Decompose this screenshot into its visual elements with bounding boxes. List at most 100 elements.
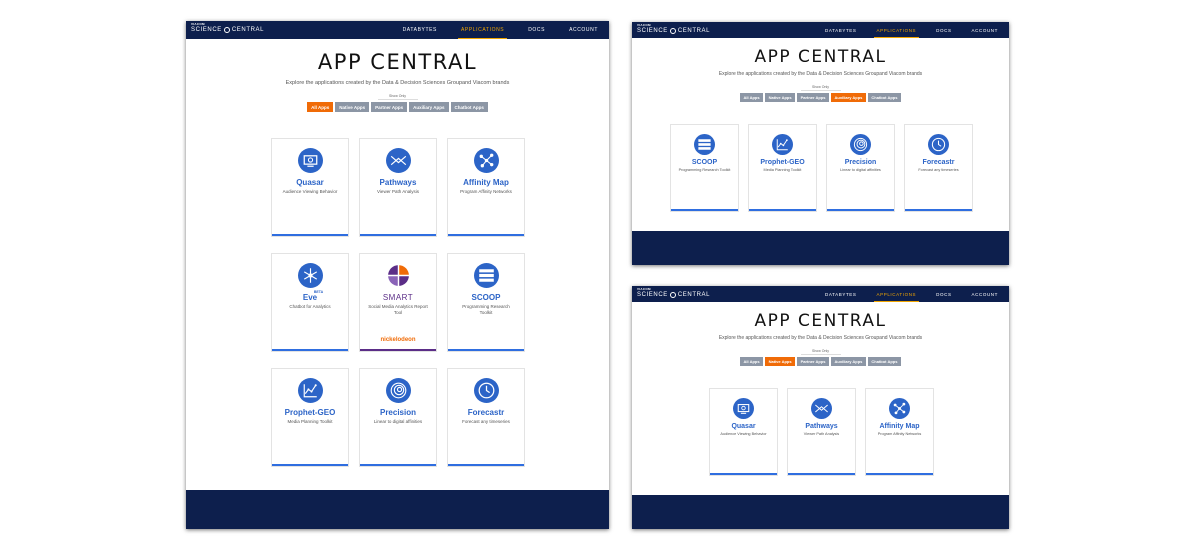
page-subtitle: Explore the applications created by the …	[718, 335, 923, 341]
nav-applications[interactable]: APPLICATIONS	[873, 286, 920, 302]
page-subtitle: Explore the applications created by the …	[285, 80, 510, 86]
divider	[377, 99, 418, 100]
app-card-affinity-map[interactable]: Affinity Map Program Affinity Networks	[865, 388, 934, 476]
brand-word-right: CENTRAL	[677, 28, 711, 34]
app-card-precision[interactable]: Precision Linear to digital affinities	[826, 124, 895, 212]
filter-native-apps[interactable]: Native Apps	[335, 102, 370, 112]
eve-title: Eve BETA	[303, 290, 323, 302]
app-name: Affinity Map	[879, 423, 920, 430]
app-desc: Media Planning Toolkit	[763, 168, 802, 172]
app-card-eve[interactable]: Eve BETA Chatbot for Analytics	[271, 253, 349, 352]
app-desc: Media Planning Toolkit	[287, 419, 333, 424]
brand-top-text: VIACOM	[191, 22, 205, 26]
app-card-pathways[interactable]: Pathways Viewer Path Analysis	[359, 138, 437, 237]
top-nav-bar: VIACOM SCIENCE CENTRAL DATABYTES APPLICAT…	[632, 286, 1009, 302]
filter-partner-apps[interactable]: Partner Apps	[797, 357, 830, 366]
brand-logo[interactable]: VIACOM SCIENCE CENTRAL	[191, 23, 264, 33]
filter-native-apps[interactable]: Native Apps	[765, 93, 796, 102]
nav-account[interactable]: ACCOUNT	[566, 21, 601, 39]
brand-mark-icon	[669, 292, 676, 298]
app-name: Eve BETA	[272, 290, 348, 302]
nav-docs[interactable]: DOCS	[933, 22, 954, 38]
filter-partner-apps[interactable]: Partner Apps	[797, 93, 830, 102]
app-card-forecastr[interactable]: Forecastr Forecast any timeseries	[447, 368, 525, 467]
app-desc: Programming Research Toolkit	[678, 168, 731, 172]
filter-auxiliary-apps[interactable]: Auxiliary Apps	[831, 357, 866, 366]
pathways-icon	[811, 398, 832, 419]
app-card-scoop[interactable]: SCOOP Programming Research Toolkit	[670, 124, 739, 212]
divider	[800, 354, 841, 355]
line-chart-icon	[297, 378, 323, 403]
app-card-affinity-map[interactable]: Affinity Map Program Affinity Networks	[447, 138, 525, 237]
screenshot-auxiliary-apps: VIACOM SCIENCE CENTRAL DATABYTES APPLICAT…	[632, 22, 1009, 265]
app-card-forecastr[interactable]: Forecastr Forecast any timeseries	[904, 124, 973, 212]
nav-applications[interactable]: APPLICATIONS	[457, 21, 508, 39]
app-card-quasar[interactable]: Quasar Audience Viewing Behavior	[271, 138, 349, 237]
app-name: Precision	[379, 408, 416, 417]
filter-chatbot-apps[interactable]: Chatbot Apps	[450, 102, 488, 112]
brand-logo[interactable]: VIACOM SCIENCE CENTRAL	[637, 24, 710, 34]
nav-account[interactable]: ACCOUNT	[969, 22, 1001, 38]
app-desc: Program Affinity Networks	[877, 432, 922, 436]
brand-mark-icon	[669, 28, 676, 34]
filter-auxiliary-apps[interactable]: Auxiliary Apps	[831, 93, 866, 102]
clock-icon	[473, 378, 499, 403]
main-nav: DATABYTES APPLICATIONS DOCS ACCOUNT	[822, 22, 1001, 38]
brand-top-text: VIACOM	[637, 287, 651, 291]
filter-chatbot-apps[interactable]: Chatbot Apps	[867, 357, 901, 366]
brand-main-text: SCIENCE CENTRAL	[191, 27, 264, 33]
screenshot-all-apps: VIACOM SCIENCE CENTRAL DATABYTES APPLICAT…	[186, 21, 609, 529]
main-nav: DATABYTES APPLICATIONS DOCS ACCOUNT	[822, 286, 1001, 302]
app-name: SMART	[382, 293, 414, 302]
filter-chatbot-apps[interactable]: Chatbot Apps	[867, 93, 901, 102]
app-desc: Forecast any timeseries	[918, 168, 959, 172]
nav-applications[interactable]: APPLICATIONS	[873, 22, 920, 38]
filter-auxiliary-apps[interactable]: Auxiliary Apps	[409, 102, 449, 112]
server-stack-icon	[694, 134, 715, 155]
app-name: SCOOP	[471, 293, 501, 302]
nav-docs[interactable]: DOCS	[525, 21, 548, 39]
filter-native-apps[interactable]: Native Apps	[765, 357, 796, 366]
brand-word-right: CENTRAL	[677, 292, 711, 298]
show-only-label: Show Only	[812, 85, 829, 89]
app-desc: Programming Research Toolkit	[462, 304, 510, 315]
app-card-pathways[interactable]: Pathways Viewer Path Analysis	[787, 388, 856, 476]
clock-icon	[928, 134, 949, 155]
nav-databytes[interactable]: DATABYTES	[400, 21, 440, 39]
app-card-quasar[interactable]: Quasar Audience Viewing Behavior	[709, 388, 778, 476]
app-card-precision[interactable]: Precision Linear to digital affinities	[359, 368, 437, 467]
filter-all-apps[interactable]: All Apps	[740, 93, 764, 102]
app-name: Pathways	[379, 178, 417, 187]
app-card-prophet-geo[interactable]: Prophet-GEO Media Planning Toolkit	[271, 368, 349, 467]
nav-databytes[interactable]: DATABYTES	[822, 22, 860, 38]
nav-databytes[interactable]: DATABYTES	[822, 286, 860, 302]
brand-top-text: VIACOM	[637, 23, 651, 27]
smart-logo-icon	[386, 264, 410, 287]
page-header: APP CENTRAL Explore the applications cre…	[632, 38, 1009, 102]
app-name: Forecastr	[922, 159, 955, 166]
app-card-scoop[interactable]: SCOOP Programming Research Toolkit	[447, 253, 525, 352]
app-card-smart[interactable]: SMART Social Media Analytics Report Tool…	[359, 253, 437, 352]
brand-word-left: SCIENCE	[637, 292, 668, 298]
page-footer	[632, 495, 1009, 529]
app-grid: SCOOP Programming Research Toolkit Proph…	[670, 124, 973, 212]
nav-docs[interactable]: DOCS	[933, 286, 954, 302]
app-card-prophet-geo[interactable]: Prophet-GEO Media Planning Toolkit	[748, 124, 817, 212]
filter-all-apps[interactable]: All Apps	[740, 357, 764, 366]
filter-bar: All Apps Native Apps Partner Apps Auxili…	[632, 93, 1009, 102]
network-icon	[889, 398, 910, 419]
app-desc: Forecast any timeseries	[462, 419, 510, 424]
app-desc: Program Affinity Networks	[460, 189, 512, 194]
monitor-icon	[733, 398, 754, 419]
app-name: Quasar	[731, 423, 756, 430]
filter-partner-apps[interactable]: Partner Apps	[371, 102, 408, 112]
app-name: Pathways	[805, 423, 838, 430]
brand-logo[interactable]: VIACOM SCIENCE CENTRAL	[637, 288, 710, 298]
page-footer	[186, 490, 609, 529]
nav-account[interactable]: ACCOUNT	[969, 286, 1001, 302]
precision-swirl-icon	[385, 378, 411, 403]
show-only-label: Show Only	[389, 94, 406, 98]
show-only-label: Show Only	[812, 349, 829, 353]
app-desc: Audience Viewing Behavior	[720, 432, 767, 436]
filter-all-apps[interactable]: All Apps	[307, 102, 334, 112]
